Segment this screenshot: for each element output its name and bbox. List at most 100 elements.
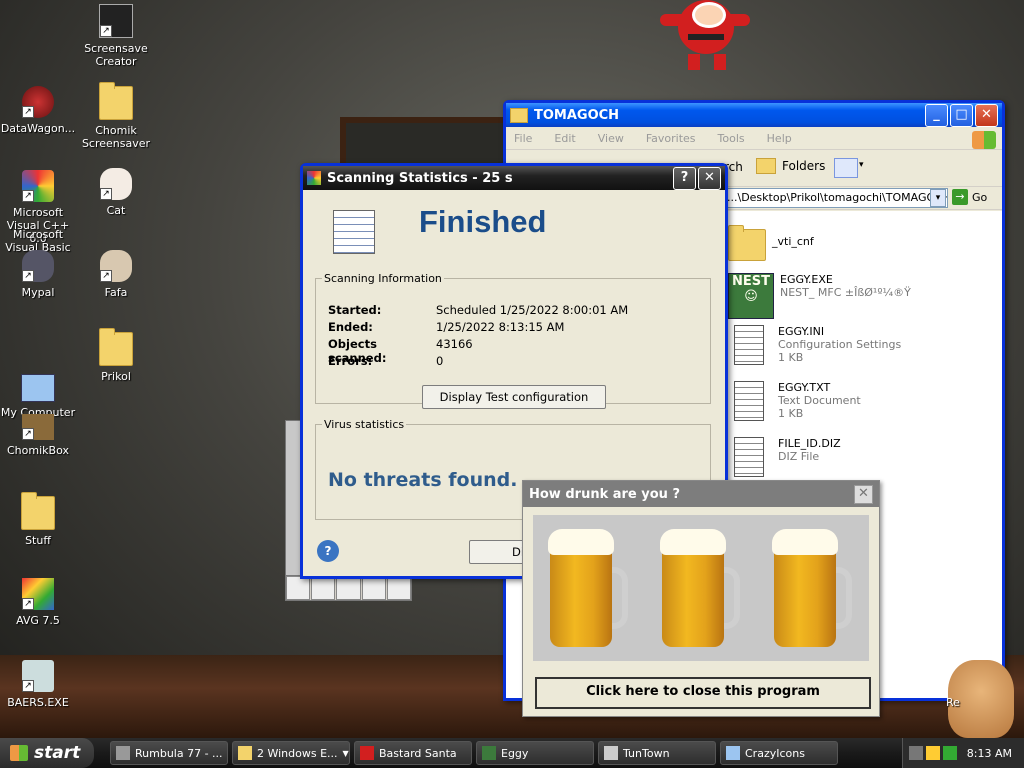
scan-titlebar[interactable]: Scanning Statistics - 25 s ? ✕ xyxy=(303,166,725,190)
desktop-icon-chomik-screensaver[interactable]: Chomik Screensaver xyxy=(78,82,154,150)
windows-flag-icon xyxy=(10,745,28,761)
minimize-button[interactable]: _ xyxy=(925,103,948,127)
visual-studio-icon xyxy=(22,170,54,202)
folder-icon xyxy=(99,82,133,120)
nest-app-icon: NEST ☺ xyxy=(728,273,774,319)
desktop-icon-label: Fafa xyxy=(104,286,128,299)
file-item[interactable]: NEST ☺ EGGY.EXE NEST_ MFC ±ÎßØ¹º¼®Ÿ xyxy=(728,273,911,319)
menu-favorites[interactable]: Favorites xyxy=(646,132,696,145)
close-program-button[interactable]: Click here to close this program xyxy=(535,677,871,709)
cat-icon xyxy=(100,168,132,200)
taskbar-item[interactable]: Bastard Santa xyxy=(354,741,472,765)
window-title: TOMAGOCH xyxy=(534,107,620,123)
desktop-icon-label: Screensave Creator xyxy=(84,42,148,68)
tray-icon[interactable] xyxy=(926,746,940,760)
file-item[interactable]: _vti_cnf xyxy=(728,223,814,261)
start-button[interactable]: start xyxy=(0,738,94,768)
beer-mug-icon xyxy=(772,529,852,647)
maximize-button[interactable]: □ xyxy=(950,103,973,127)
file-item[interactable]: FILE_ID.DIZ DIZ File xyxy=(728,437,841,481)
help-icon[interactable]: ? xyxy=(317,540,339,562)
info-value: 0 xyxy=(436,354,444,368)
menu-tools[interactable]: Tools xyxy=(718,132,745,145)
window-title: Scanning Statistics - 25 s xyxy=(327,170,513,186)
taskbar: start Rumbula 77 - ... 2 Windows E... ▼ B… xyxy=(0,738,1024,768)
info-value: 1/25/2022 8:13:15 AM xyxy=(436,320,565,334)
nest-icon-label: NEST xyxy=(732,274,770,289)
menu-bar: File Edit View Favorites Tools Help xyxy=(506,127,1002,150)
menu-edit[interactable]: Edit xyxy=(554,132,575,145)
tuntown-icon xyxy=(604,746,618,760)
folder-icon xyxy=(21,492,55,530)
cat-face-icon xyxy=(100,250,132,282)
file-type: Configuration Settings xyxy=(778,338,902,351)
taskbar-item[interactable]: Eggy xyxy=(476,741,594,765)
chevron-down-icon[interactable]: ▾ xyxy=(859,160,864,170)
santa-sprite[interactable] xyxy=(660,0,752,72)
tray-icon[interactable] xyxy=(909,746,923,760)
taskbar-item[interactable]: TunTown xyxy=(598,741,716,765)
syringe-icon[interactable] xyxy=(361,576,386,600)
file-name: _vti_cnf xyxy=(772,235,814,248)
desktop-icon-stuff[interactable]: Stuff xyxy=(0,492,76,547)
display-test-configuration-button[interactable]: Display Test configuration xyxy=(422,385,606,409)
desktop-icon-visual-cpp[interactable]: Microsoft Visual C++ 6.0 xyxy=(0,170,76,245)
avg-icon xyxy=(22,578,54,610)
explorer-titlebar[interactable]: TOMAGOCH _ □ ✕ xyxy=(506,103,1002,127)
desktop-icon-prikol[interactable]: Prikol xyxy=(78,328,154,383)
taskbar-item[interactable]: CrazyIcons xyxy=(720,741,838,765)
datawagon-icon xyxy=(22,86,54,118)
tray-icon[interactable] xyxy=(943,746,957,760)
info-row: Errors: 0 xyxy=(328,354,443,368)
drunk-window[interactable]: How drunk are you ? ✕ Click here to clos… xyxy=(522,480,880,717)
close-button[interactable]: ✕ xyxy=(975,103,998,127)
menu-view[interactable]: View xyxy=(598,132,624,145)
group-label: Scanning Information xyxy=(324,272,442,285)
file-type: DIZ File xyxy=(778,450,820,463)
desktop-icon-cat[interactable]: Cat xyxy=(78,168,154,217)
taskbar-item[interactable]: 2 Windows E... ▼ xyxy=(232,741,350,765)
desktop-icon-my-computer[interactable]: My Computer xyxy=(0,374,76,419)
broom-icon[interactable] xyxy=(336,576,361,600)
desktop-icon-label: ChomikBox xyxy=(7,444,69,457)
desktop-icon-label: Chomik Screensaver xyxy=(81,124,151,150)
food-icon[interactable] xyxy=(311,576,336,600)
desktop-icon-chomikbox[interactable]: ChomikBox xyxy=(0,414,76,457)
file-name: EGGY.TXT xyxy=(778,381,831,394)
task-label: TunTown xyxy=(623,746,670,760)
desktop-icon-label: DataWagon... xyxy=(0,122,76,135)
drunk-titlebar[interactable]: How drunk are you ? ✕ xyxy=(523,481,879,507)
light-bulb-icon[interactable] xyxy=(386,576,412,600)
go-button[interactable]: → Go xyxy=(952,189,987,205)
file-item[interactable]: EGGY.INI Configuration Settings 1 KB xyxy=(728,325,901,369)
views-button[interactable] xyxy=(834,158,858,178)
desktop-icon-screensave-creator[interactable]: Screensave Creator xyxy=(78,4,154,68)
desktop-icon-label: Cat xyxy=(106,204,126,217)
desktop-icon-fafa[interactable]: Fafa xyxy=(78,250,154,299)
menu-help[interactable]: Help xyxy=(767,132,792,145)
house-icon xyxy=(22,660,54,692)
chevron-down-icon: ▼ xyxy=(342,748,349,758)
desktop-icon-avg[interactable]: AVG 7.5 xyxy=(0,578,76,627)
menu-file[interactable]: File xyxy=(514,132,532,145)
info-value: Scheduled 1/25/2022 8:00:01 AM xyxy=(436,303,629,317)
task-label: 2 Windows E... xyxy=(257,746,338,760)
close-icon[interactable]: ✕ xyxy=(854,484,873,504)
file-item[interactable]: EGGY.TXT Text Document 1 KB xyxy=(728,381,861,425)
desktop-icon-label: BAERS.EXE xyxy=(7,696,69,709)
folders-button[interactable]: Folders xyxy=(756,158,825,174)
desktop-icon-datawagon[interactable]: DataWagon... xyxy=(0,86,76,135)
settings-file-icon xyxy=(728,325,772,369)
close-button[interactable]: ✕ xyxy=(698,166,721,190)
taskbar-item[interactable]: Rumbula 77 - ... xyxy=(110,741,228,765)
window-icon xyxy=(726,746,740,760)
desktop-icon-baers[interactable]: BAERS.EXE xyxy=(0,660,76,709)
raccoon-icon xyxy=(22,250,54,282)
help-button[interactable]: ? xyxy=(673,166,696,190)
notepad-icon[interactable] xyxy=(286,576,311,600)
clock[interactable]: 8:13 AM xyxy=(967,747,1012,760)
desktop-icon-mypal[interactable]: Mypal xyxy=(0,250,76,299)
address-dropdown-icon[interactable]: ▾ xyxy=(930,189,946,207)
beer-mugs-panel xyxy=(533,515,869,661)
address-input[interactable]: ...\Desktop\Prikol\tomagochi\TOMAGOCH xyxy=(724,188,948,208)
